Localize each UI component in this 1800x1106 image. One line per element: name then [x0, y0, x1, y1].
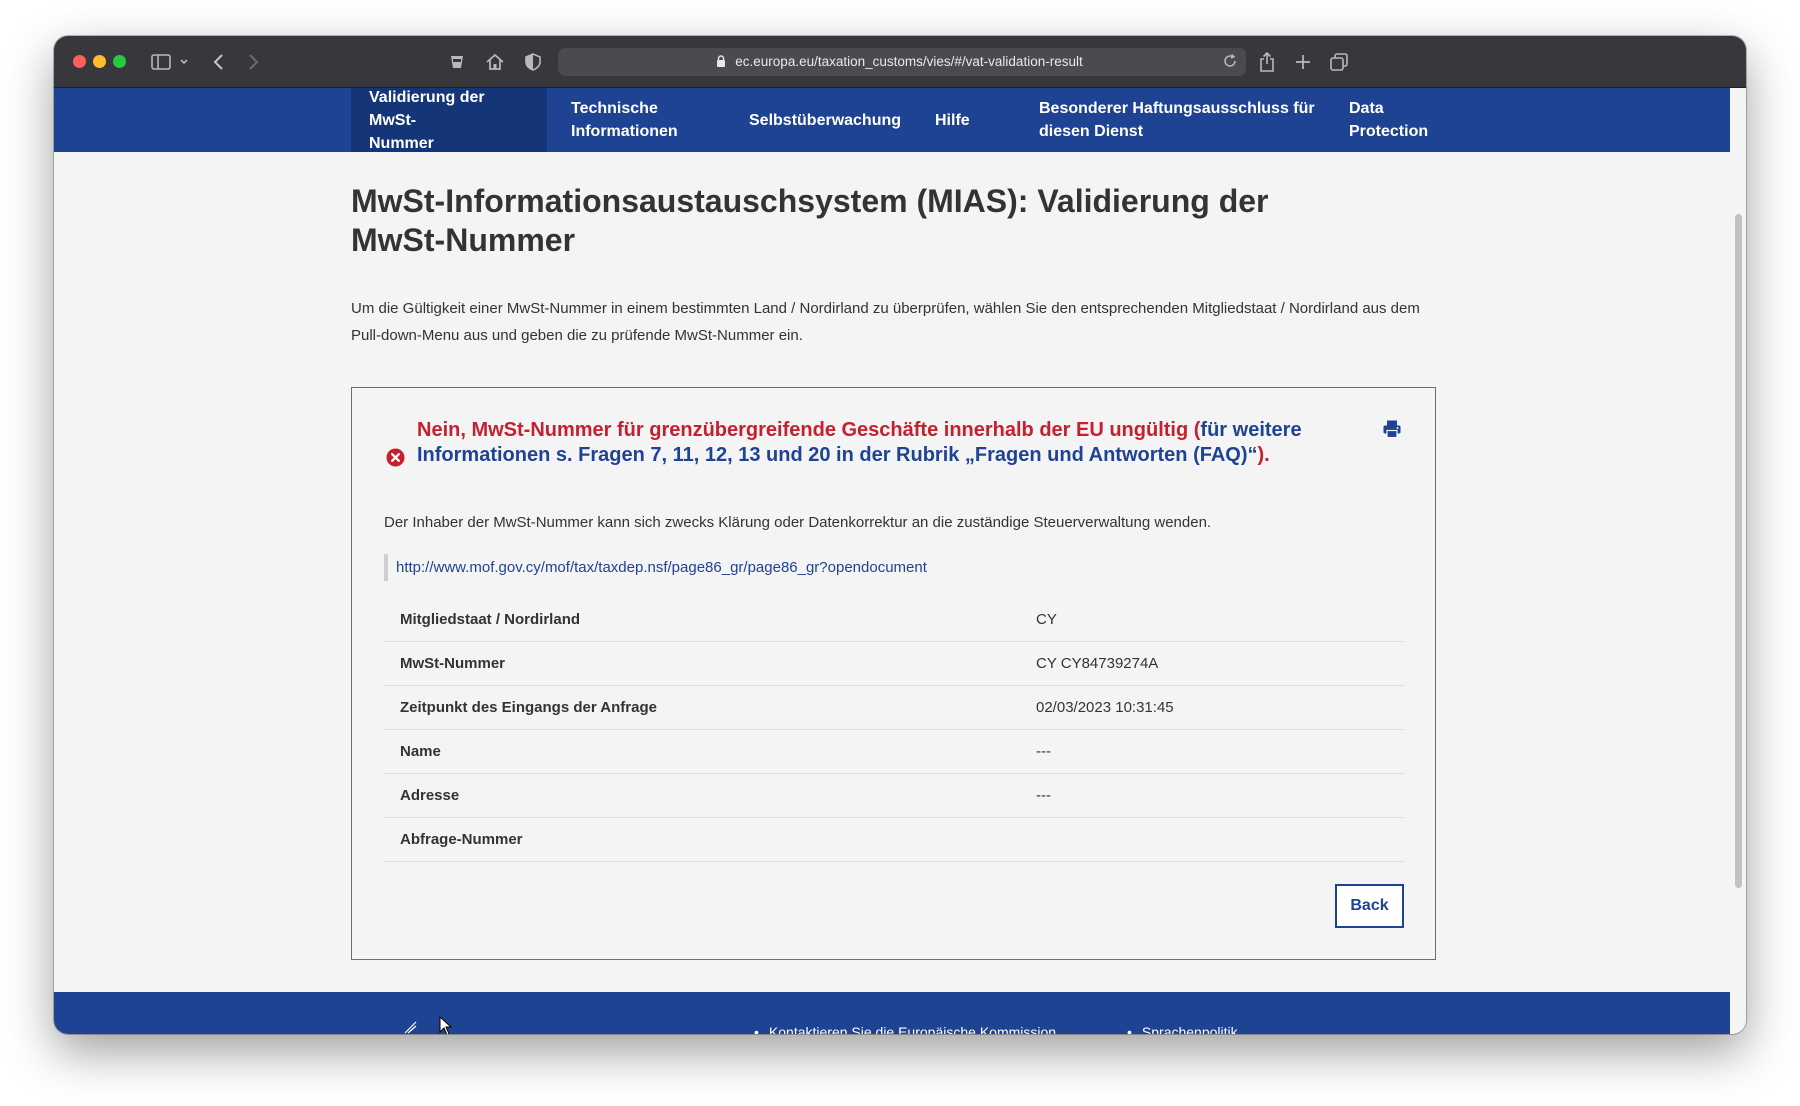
row-label: Adresse — [400, 787, 460, 804]
ec-logo-icon — [404, 1021, 417, 1034]
error-text: Nein, MwSt-Nummer für grenzübergreifende… — [417, 419, 1201, 441]
result-table: Mitgliedstaat / Nordirland CY MwSt-Numme… — [384, 598, 1404, 862]
row-label: Zeitpunkt des Eingangs der Anfrage — [400, 699, 657, 716]
tab-overview-icon[interactable] — [1328, 50, 1350, 74]
privacy-shield-icon[interactable] — [522, 50, 544, 74]
close-window-button[interactable] — [73, 55, 86, 68]
owner-note: Der Inhaber der MwSt-Nummer kann sich zw… — [384, 514, 1212, 531]
back-arrow-icon[interactable] — [209, 50, 229, 74]
row-value: CY CY84739274A — [1036, 655, 1159, 672]
new-tab-icon[interactable] — [1292, 50, 1314, 74]
address-url: ec.europa.eu/taxation_customs/vies/#/vat… — [735, 54, 1083, 69]
main-navigation: Validierung der MwSt- Nummer Technische In… — [54, 88, 1730, 152]
error-text-end: ). — [1257, 444, 1270, 466]
footer-link-language-policy[interactable]: Sprachenpolitik — [1127, 1024, 1238, 1034]
scrollbar-thumb[interactable] — [1735, 214, 1742, 888]
browser-toolbar: ec.europa.eu/taxation_customs/vies/#/vat… — [54, 36, 1746, 88]
table-row: Zeitpunkt des Eingangs der Anfrage 02/03… — [384, 686, 1404, 730]
row-label: Name — [400, 743, 441, 760]
nav-item-technical-information[interactable]: Technische Informationen — [553, 88, 696, 152]
row-label: MwSt-Nummer — [400, 655, 506, 672]
nav-item-self-monitoring[interactable]: Selbstüberwachung — [731, 88, 919, 152]
validation-error-message: Nein, MwSt-Nummer für grenzübergreifende… — [417, 418, 1317, 468]
home-icon[interactable] — [484, 50, 506, 74]
vertical-scrollbar[interactable] — [1730, 88, 1746, 1034]
page-content: MwSt-Informationsaustauschsystem (MIAS):… — [54, 152, 1730, 992]
reload-icon[interactable] — [1222, 53, 1238, 69]
row-value: 02/03/2023 10:31:45 — [1036, 699, 1174, 716]
print-icon[interactable] — [1382, 419, 1402, 439]
shield-extension-icon[interactable] — [446, 50, 468, 74]
row-label: Abfrage-Nummer — [400, 831, 523, 848]
maximize-window-button[interactable] — [113, 55, 126, 68]
sidebar-toggle-icon[interactable] — [150, 50, 192, 74]
share-icon[interactable] — [1256, 50, 1278, 74]
nav-item-label: Validierung der MwSt- — [369, 88, 485, 129]
minimize-window-button[interactable] — [93, 55, 106, 68]
row-value: --- — [1036, 787, 1051, 804]
nav-item-label: Data — [1349, 100, 1384, 117]
site-footer: Kontaktieren Sie die Europäische Kommiss… — [54, 992, 1730, 1034]
table-row: MwSt-Nummer CY CY84739274A — [384, 642, 1404, 686]
table-row: Name --- — [384, 730, 1404, 774]
error-icon — [386, 448, 405, 467]
row-value: CY — [1036, 611, 1057, 628]
intro-text: Um die Gültigkeit einer MwSt-Nummer in e… — [351, 300, 1420, 344]
address-bar[interactable]: ec.europa.eu/taxation_customs/vies/#/vat… — [558, 48, 1246, 76]
nav-item-data-protection[interactable]: Data Protection — [1331, 88, 1446, 152]
nav-item-help[interactable]: Hilfe — [917, 88, 988, 152]
nav-item-label: Hilfe — [935, 111, 970, 129]
nav-item-label: Besonderer Haftungsausschluss für — [1039, 100, 1315, 117]
tax-authority-link[interactable]: http://www.mof.gov.cy/mof/tax/taxdep.nsf… — [396, 559, 927, 576]
mouse-cursor-icon — [439, 1016, 453, 1034]
back-button[interactable]: Back — [1335, 884, 1404, 928]
nav-item-label: Protection — [1349, 123, 1429, 140]
nav-item-label: diesen Dienst — [1039, 123, 1144, 140]
row-label: Mitgliedstaat / Nordirland — [400, 611, 581, 628]
nav-item-label: Informationen — [571, 123, 678, 140]
row-value: --- — [1036, 743, 1051, 760]
forward-arrow-icon[interactable] — [243, 50, 263, 74]
nav-item-disclaimer[interactable]: Besonderer Haftungsausschluss für diesen … — [1021, 88, 1333, 152]
nav-item-label: Technische — [571, 100, 658, 117]
tax-authority-link-block: http://www.mof.gov.cy/mof/tax/taxdep.nsf… — [384, 554, 927, 581]
browser-window: ec.europa.eu/taxation_customs/vies/#/vat… — [54, 36, 1746, 1034]
validation-result-panel: Nein, MwSt-Nummer für grenzübergreifende… — [351, 387, 1436, 960]
table-row: Abfrage-Nummer — [384, 818, 1404, 862]
footer-link-contact[interactable]: Kontaktieren Sie die Europäische Kommiss… — [754, 1024, 1056, 1034]
nav-item-vat-validation[interactable]: Validierung der MwSt- Nummer — [351, 88, 547, 152]
table-row: Mitgliedstaat / Nordirland CY — [384, 598, 1404, 642]
page-title: MwSt-Informationsaustauschsystem (MIAS):… — [351, 183, 1269, 258]
table-row: Adresse --- — [384, 774, 1404, 818]
nav-item-label: Selbstüberwachung — [749, 111, 902, 129]
